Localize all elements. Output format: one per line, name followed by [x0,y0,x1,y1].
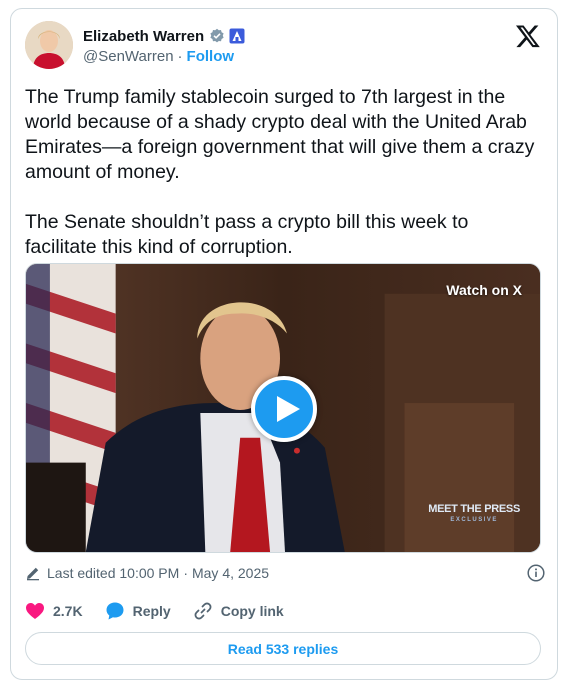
tweet-embed-card: Elizabeth Warren @SenWarren · Follow The… [10,8,558,680]
verified-badge-icon [209,28,225,44]
reply-button[interactable]: Reply [105,601,171,621]
heart-icon [26,603,44,619]
watermark-subtitle: EXCLUSIVE [450,517,498,523]
read-replies-button[interactable]: Read 533 replies [25,632,541,665]
copy-link-button[interactable]: Copy link [193,601,284,621]
follow-button[interactable]: Follow [187,48,235,65]
video-player[interactable]: Watch on X MEET THE PRESS EXCLUSIVE [25,263,541,553]
x-logo-icon[interactable] [515,23,541,49]
video-watermark: MEET THE PRESS EXCLUSIVE [428,504,520,526]
edited-time[interactable]: Last edited 10:00 PM [47,565,179,581]
link-icon [194,602,212,620]
play-button[interactable] [251,376,317,442]
avatar[interactable] [25,21,73,69]
reply-bubble-icon [106,602,124,620]
watch-on-x-link[interactable]: Watch on X [446,282,522,298]
government-badge-icon [229,28,245,44]
tweet-text: The Trump family stablecoin surged to 7t… [25,86,535,258]
author-name[interactable]: Elizabeth Warren [83,28,204,45]
handle-separator: · [177,48,183,65]
reply-label: Reply [132,603,171,619]
watermark-title: MEET THE PRESS [428,503,520,515]
like-button[interactable]: 2.7K [25,602,83,620]
tweet-meta: Last edited 10:00 PM · May 4, 2025 [25,563,545,583]
meta-separator: · [183,565,188,581]
author-handle[interactable]: @SenWarren [83,48,174,65]
tweet-date[interactable]: May 4, 2025 [192,565,269,581]
tweet-actions: 2.7K Reply Copy link [25,601,306,621]
play-icon [277,396,300,422]
copy-link-label: Copy link [220,603,284,619]
like-count: 2.7K [53,603,83,619]
info-icon[interactable] [527,564,545,582]
pencil-icon [27,567,39,581]
